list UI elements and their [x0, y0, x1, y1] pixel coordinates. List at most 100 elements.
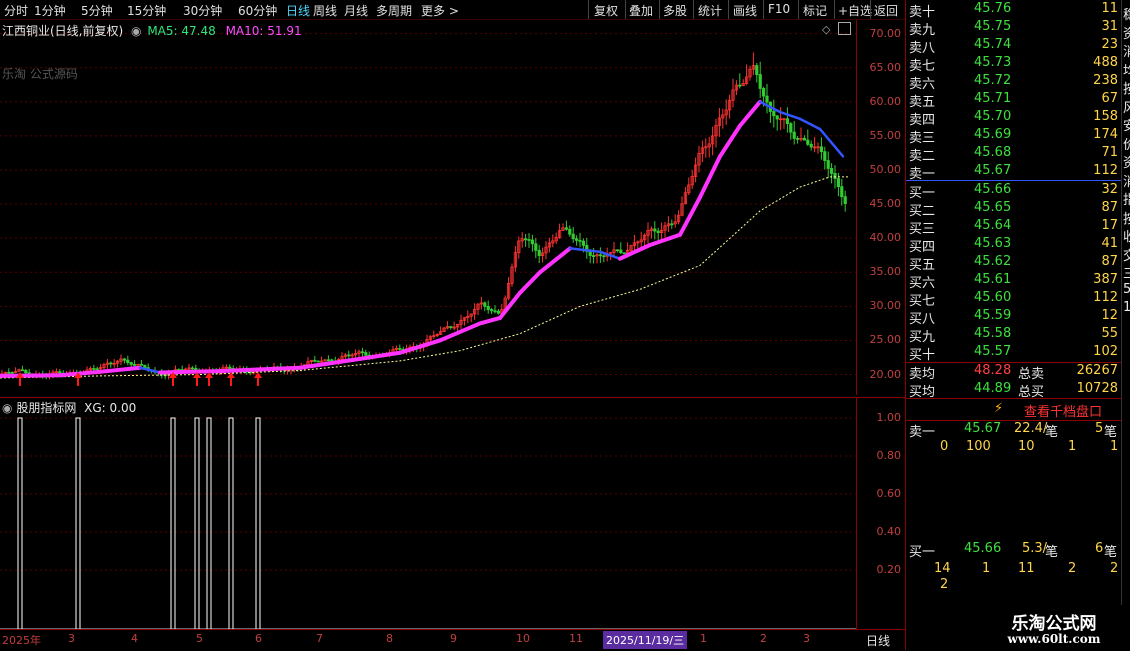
order-level-row[interactable]: 卖六 45.72 238 — [906, 73, 1122, 92]
f10-button[interactable]: F10 — [768, 2, 790, 16]
tab-15min[interactable]: 15分钟 — [127, 2, 166, 19]
order-level-row[interactable]: 买一 45.66 32 — [906, 182, 1122, 201]
level-volume: 87 — [1101, 200, 1118, 215]
ma10-label: MA10: 51.91 — [225, 24, 302, 38]
diamond-icon[interactable]: ◇ — [822, 23, 830, 36]
order-level-row[interactable]: 买七 45.60 112 — [906, 290, 1122, 309]
ma5-segment — [0, 373, 62, 378]
price-tick: 55.00 — [869, 128, 902, 142]
order-level-row[interactable]: 买四 45.63 41 — [906, 236, 1122, 255]
candle-body — [95, 368, 99, 371]
level-label: 卖九 — [909, 23, 936, 38]
draw-line-button[interactable]: 画线 — [733, 2, 757, 19]
order-level-row[interactable]: 买三 45.64 17 — [906, 218, 1122, 237]
level-label: 买九 — [909, 330, 936, 345]
order-level-row[interactable]: 卖八 45.74 23 — [906, 37, 1122, 56]
price-tick: 50.00 — [869, 163, 902, 176]
add-watchlist-button[interactable]: +自选 — [838, 2, 872, 19]
mark-button[interactable]: 标记 — [803, 2, 827, 19]
order-level-row[interactable]: 买五 45.62 87 — [906, 254, 1122, 273]
tab-60min[interactable]: 60分钟 — [238, 2, 277, 19]
queue-sell1-items: 0 100 10 1 1 — [906, 439, 1122, 457]
order-level-row[interactable]: 买十 45.57 102 — [906, 344, 1122, 363]
tab-30min[interactable]: 30分钟 — [183, 2, 222, 19]
tab-weekly[interactable]: 周线 — [313, 2, 337, 19]
price-tick: 30.00 — [869, 299, 902, 313]
toolbar-divider — [870, 0, 871, 19]
candle-body — [139, 363, 143, 366]
candle-body — [398, 347, 402, 350]
indicator-chart[interactable]: ◉ 股朋指标网 XG: 0.00 — [0, 397, 856, 630]
chart-header: 江西铜业(日线,前复权) ◉ MA5: 47.48 MA10: 51.91 — [2, 22, 302, 39]
level-price: 45.73 — [974, 55, 1012, 70]
candle-body — [568, 228, 572, 235]
price-tick: 20.00 — [869, 367, 902, 381]
order-level-row[interactable]: 买二 45.65 87 — [906, 200, 1122, 219]
queue-sell1-unit: 笔 — [1045, 425, 1059, 440]
back-button[interactable]: 返回 — [874, 2, 898, 19]
queue-item: 2 — [940, 577, 949, 592]
order-level-row[interactable]: 卖二 45.68 71 — [906, 145, 1122, 164]
tab-fenshi[interactable]: 分时 — [4, 2, 28, 19]
x-tick: 2 — [760, 632, 767, 645]
level-label: 买十 — [909, 348, 936, 363]
order-level-row[interactable]: 买八 45.59 12 — [906, 308, 1122, 327]
order-level-row[interactable]: 卖十 45.76 11 — [906, 1, 1122, 20]
crosshair-date-label: 2025/11/19/三 — [603, 631, 688, 649]
brand-name: 乐淘公式网 — [1011, 614, 1097, 634]
kline-chart[interactable]: 江西铜业(日线,前复权) ◉ MA5: 47.48 MA10: 51.91 乐淘… — [0, 20, 856, 395]
level-volume: 12 — [1101, 308, 1118, 323]
candle-body — [670, 223, 674, 226]
level-label: 卖四 — [909, 113, 936, 128]
order-level-row[interactable]: 卖七 45.73 488 — [906, 55, 1122, 74]
order-level-row[interactable]: 卖四 45.70 158 — [906, 109, 1122, 128]
candle-body — [792, 131, 796, 139]
candle-body — [823, 151, 827, 161]
indicator-title: 股朋指标网 — [16, 401, 77, 415]
tab-1min[interactable]: 1分钟 — [34, 2, 66, 19]
tab-multi-period[interactable]: 多周期 — [376, 2, 412, 19]
multi-stock-button[interactable]: 多股 — [663, 2, 687, 19]
level-volume: 112 — [1093, 290, 1118, 305]
candle-body — [762, 88, 766, 97]
stats-button[interactable]: 统计 — [698, 2, 722, 19]
maximize-icon[interactable] — [838, 22, 851, 35]
period-indicator[interactable]: 日线 — [866, 632, 890, 649]
chevron-down-icon[interactable]: ◉ — [131, 24, 141, 38]
candle-body — [758, 74, 762, 89]
queue-item: 14 — [934, 561, 951, 576]
candle-body — [809, 143, 813, 148]
kline-plot — [0, 33, 856, 386]
candle-body — [326, 359, 331, 362]
queue-buy1-row: 买一 45.66 5.3/ 笔 6 笔 — [906, 541, 1122, 560]
order-level-row[interactable]: 卖三 45.69 174 — [906, 127, 1122, 146]
queue-sell1-vol: 22.4/ — [1014, 421, 1048, 436]
side-info-char: 价 — [1123, 134, 1130, 153]
side-info-char: 指 — [1123, 189, 1130, 208]
order-level-row[interactable]: 卖五 45.71 67 — [906, 91, 1122, 110]
order-level-row[interactable]: 买九 45.58 55 — [906, 326, 1122, 345]
candle-body — [775, 115, 779, 120]
tab-more[interactable]: 更多 > — [421, 2, 459, 19]
candle-body — [92, 368, 96, 370]
view-depth-link[interactable]: 查看千档盘口 — [1024, 401, 1102, 420]
ma5-segment — [738, 99, 762, 128]
level-volume: 102 — [1093, 344, 1118, 359]
level-price: 45.57 — [974, 344, 1012, 359]
order-level-row[interactable]: 卖九 45.75 31 — [906, 19, 1122, 38]
queue-item: 2 — [1068, 561, 1077, 576]
candle-body — [534, 243, 538, 251]
x-tick: 1 — [700, 632, 707, 645]
tab-monthly[interactable]: 月线 — [344, 2, 368, 19]
tab-5min[interactable]: 5分钟 — [81, 2, 113, 19]
candle-body — [486, 305, 490, 310]
ma5-segment — [568, 247, 602, 254]
fuquan-button[interactable]: 复权 — [594, 2, 618, 19]
indicator-menu-icon[interactable]: ◉ — [2, 401, 12, 415]
queue-buy1-vol: 5.3/ — [1022, 541, 1048, 556]
order-level-row[interactable]: 卖一 45.67 112 — [906, 163, 1122, 182]
tab-daily[interactable]: 日线 — [286, 2, 310, 19]
overlay-button[interactable]: 叠加 — [629, 2, 653, 19]
order-level-row[interactable]: 买六 45.61 387 — [906, 272, 1122, 291]
candle-body — [109, 362, 113, 365]
